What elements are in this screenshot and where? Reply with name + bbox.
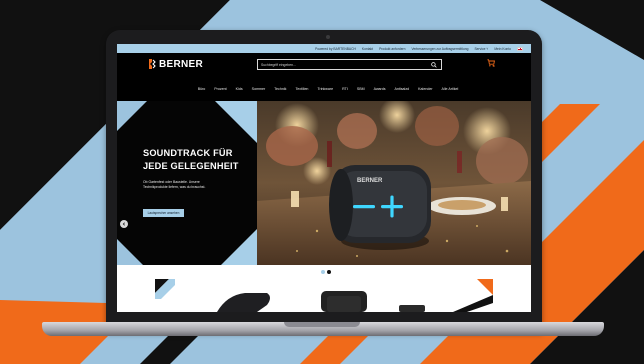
berner-logo-icon [149, 59, 156, 69]
hero-title-line-2: JEDE GELEGENHEIT [143, 161, 239, 171]
nav-item-awards[interactable]: Awards [374, 87, 386, 91]
webcam-icon [326, 35, 330, 39]
nav-item-kalender[interactable]: Kalender [418, 87, 432, 91]
laptop-screen: Powered by BARTENBACH Kontakt Produkt an… [117, 44, 531, 312]
product-bag [217, 293, 270, 312]
search-icon[interactable] [431, 62, 437, 68]
nav-item-sommer[interactable]: Sommer [252, 87, 266, 91]
nav-item-prozent[interactable]: Prozent [214, 87, 226, 91]
nav-item-kids[interactable]: Kids [236, 87, 243, 91]
nav-item-trinkware[interactable]: Trinkware [317, 87, 333, 91]
nav-item-textilien[interactable]: Textilien [295, 87, 308, 91]
site-header: BERNER Suchbegriff eingeben... 0 [117, 53, 531, 77]
chevron-left-icon[interactable] [120, 220, 128, 228]
search-placeholder: Suchbegriff eingeben... [261, 62, 296, 67]
nav-item-sbm[interactable]: SBM [357, 87, 365, 91]
utility-bar: Powered by BARTENBACH Kontakt Produkt an… [117, 44, 531, 53]
nav-item-alle-artikel[interactable]: Alle Artikel [442, 87, 459, 91]
hero-text-panel: SOUNDTRACK FÜR JEDE GELEGENHEIT Ob Garte… [117, 101, 257, 265]
logo-text: BERNER [159, 58, 204, 70]
laptop-notch [284, 322, 360, 327]
nav-item-technik[interactable]: Technik [274, 87, 286, 91]
topbar-link-service[interactable]: Service ˅ [474, 47, 488, 51]
hero-title: SOUNDTRACK FÜR JEDE GELEGENHEIT [143, 147, 258, 173]
hero-photo-speaker: BERNER [257, 101, 531, 265]
product-teaser-images [155, 279, 493, 312]
topbar-link-kontakt[interactable]: Kontakt [362, 47, 373, 51]
nav-item-rti[interactable]: RTI [342, 87, 348, 91]
cart-count-badge: 0 [493, 64, 495, 68]
topbar-link-konto[interactable]: Mein Konto [494, 47, 511, 51]
topbar-link-produkt[interactable]: Produkt anfordern [379, 47, 405, 51]
hero-title-line-1: SOUNDTRACK FÜR [143, 148, 233, 158]
hero-cta-button[interactable]: Lautsprecher ansehen [143, 209, 184, 217]
swiss-flag-icon[interactable] [517, 46, 523, 51]
hero-subtitle: Ob Gartenfest oder Baustelle. Unsere Tec… [143, 180, 206, 189]
product-teaser-section [117, 265, 531, 312]
speaker-brand-label: BERNER [357, 178, 383, 184]
search-input[interactable]: Suchbegriff eingeben... [257, 59, 442, 70]
speaker-product: BERNER [329, 165, 431, 250]
topbar-link-verbesserungen[interactable]: Verbesserungen zur Auftragsermittlung [411, 47, 468, 51]
product-device [399, 305, 425, 312]
berner-logo[interactable]: BERNER [148, 58, 203, 70]
nav-item-antisalzd[interactable]: Antisalzd [395, 87, 410, 91]
main-nav: Büro Prozent Kids Sommer Technik Textili… [117, 77, 531, 101]
hero-banner: SOUNDTRACK FÜR JEDE GELEGENHEIT Ob Garte… [117, 101, 531, 265]
nav-item-buero[interactable]: Büro [198, 87, 206, 91]
topbar-link-powered[interactable]: Powered by BARTENBACH [315, 47, 356, 51]
